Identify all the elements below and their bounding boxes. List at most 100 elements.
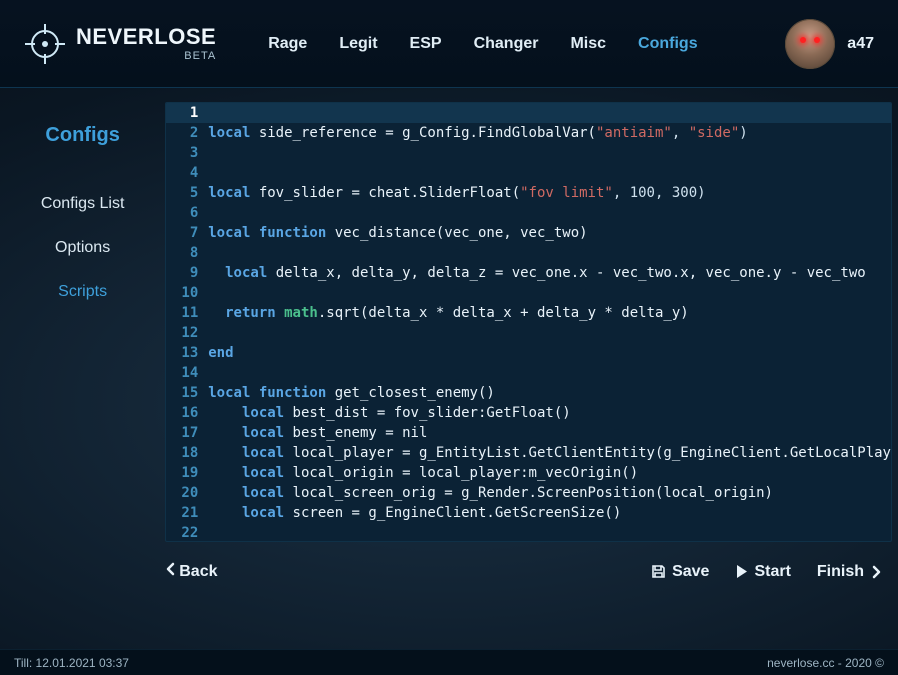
line-number: 16 [166,403,208,423]
code-content [208,163,891,183]
line-number: 3 [166,143,208,163]
line-number: 2 [166,123,208,143]
code-content: local side_reference = g_Config.FindGlob… [208,123,891,143]
footer-right: neverlose.cc - 2020 © [767,656,884,670]
code-content [208,323,891,343]
code-editor[interactable]: 12local side_reference = g_Config.FindGl… [165,102,892,542]
code-content: return math.sqrt(delta_x * delta_x + del… [208,303,891,323]
code-line[interactable]: 17 local best_enemy = nil [166,423,891,443]
line-number: 11 [166,303,208,323]
line-number: 9 [166,263,208,283]
nav-item-changer[interactable]: Changer [470,29,543,59]
code-line[interactable]: 14 [166,363,891,383]
section-title: Configs [45,124,119,147]
save-button[interactable]: Save [651,563,709,581]
action-bar: Back Save Start Finish [165,562,892,581]
chevron-left-icon [165,562,177,581]
line-number: 22 [166,523,208,542]
code-line[interactable]: 10 [166,283,891,303]
line-number: 12 [166,323,208,343]
back-button[interactable]: Back [165,562,217,581]
save-icon [651,564,666,579]
crosshair-icon [24,23,66,65]
main: 12local side_reference = g_Config.FindGl… [165,102,892,649]
start-button[interactable]: Start [735,563,790,581]
line-number: 15 [166,383,208,403]
code-content: local function get_closest_enemy() [208,383,891,403]
line-number: 18 [166,443,208,463]
line-number: 14 [166,363,208,383]
code-content [208,283,891,303]
brand-sub: BETA [184,51,216,62]
code-line[interactable]: 7local function vec_distance(vec_one, ve… [166,223,891,243]
nav-item-misc[interactable]: Misc [566,29,610,59]
footer: Till: 12.01.2021 03:37 neverlose.cc - 20… [0,649,898,675]
line-number: 21 [166,503,208,523]
sidebar-item-scripts[interactable]: Scripts [56,279,109,305]
code-content [208,363,891,383]
code-content: local fov_slider = cheat.SliderFloat("fo… [208,183,891,203]
brand-name: NEVERLOSE [76,26,216,48]
user-block[interactable]: a47 [785,19,874,69]
chevron-right-icon [870,565,882,579]
code-line[interactable]: 21 local screen = g_EngineClient.GetScre… [166,503,891,523]
code-content: local best_dist = fov_slider:GetFloat() [208,403,891,423]
code-line[interactable]: 1 [166,103,891,123]
sidebar-item-options[interactable]: Options [53,235,112,261]
line-number: 6 [166,203,208,223]
code-line[interactable]: 12 [166,323,891,343]
nav-item-legit[interactable]: Legit [335,29,381,59]
code-line[interactable]: 6 [166,203,891,223]
nav-item-configs[interactable]: Configs [634,29,702,59]
avatar[interactable] [785,19,835,69]
code-content: end [208,343,891,363]
logo: NEVERLOSE BETA [24,23,216,65]
code-content: local local_player = g_EntityList.GetCli… [208,443,891,463]
code-line[interactable]: 20 local local_screen_orig = g_Render.Sc… [166,483,891,503]
code-line[interactable]: 5local fov_slider = cheat.SliderFloat("f… [166,183,891,203]
code-line[interactable]: 11 return math.sqrt(delta_x * delta_x + … [166,303,891,323]
save-label: Save [672,563,709,581]
code-content [208,203,891,223]
code-content [208,243,891,263]
code-line[interactable]: 19 local local_origin = local_player:m_v… [166,463,891,483]
line-number: 19 [166,463,208,483]
code-line[interactable]: 22 [166,523,891,542]
username: a47 [847,35,874,53]
nav: Rage Legit ESP Changer Misc Configs [264,29,785,59]
code-content: local local_screen_orig = g_Render.Scree… [208,483,891,503]
code-content: local screen = g_EngineClient.GetScreenS… [208,503,891,523]
nav-item-esp[interactable]: ESP [406,29,446,59]
code-line[interactable]: 8 [166,243,891,263]
sidebar-item-configs-list[interactable]: Configs List [39,191,127,217]
code-line[interactable]: 13end [166,343,891,363]
code-line[interactable]: 3 [166,143,891,163]
code-content: local delta_x, delta_y, delta_z = vec_on… [208,263,891,283]
code-content [208,143,891,163]
nav-item-rage[interactable]: Rage [264,29,311,59]
code-line[interactable]: 4 [166,163,891,183]
header: NEVERLOSE BETA Rage Legit ESP Changer Misc Co… [0,0,898,88]
code-line[interactable]: 2local side_reference = g_Config.FindGlo… [166,123,891,143]
finish-label: Finish [817,563,864,581]
start-label: Start [754,563,790,581]
line-number: 17 [166,423,208,443]
line-number: 8 [166,243,208,263]
code-content: local function vec_distance(vec_one, vec… [208,223,891,243]
line-number: 5 [166,183,208,203]
line-number: 1 [166,103,208,123]
line-number: 20 [166,483,208,503]
line-number: 10 [166,283,208,303]
code-line[interactable]: 18 local local_player = g_EntityList.Get… [166,443,891,463]
code-content [208,523,891,542]
code-content [208,103,891,123]
code-line[interactable]: 9 local delta_x, delta_y, delta_z = vec_… [166,263,891,283]
line-number: 7 [166,223,208,243]
footer-left: Till: 12.01.2021 03:37 [14,656,129,670]
code-line[interactable]: 16 local best_dist = fov_slider:GetFloat… [166,403,891,423]
finish-button[interactable]: Finish [817,563,882,581]
code-content: local local_origin = local_player:m_vecO… [208,463,891,483]
back-label: Back [179,563,217,581]
line-number: 4 [166,163,208,183]
code-line[interactable]: 15local function get_closest_enemy() [166,383,891,403]
